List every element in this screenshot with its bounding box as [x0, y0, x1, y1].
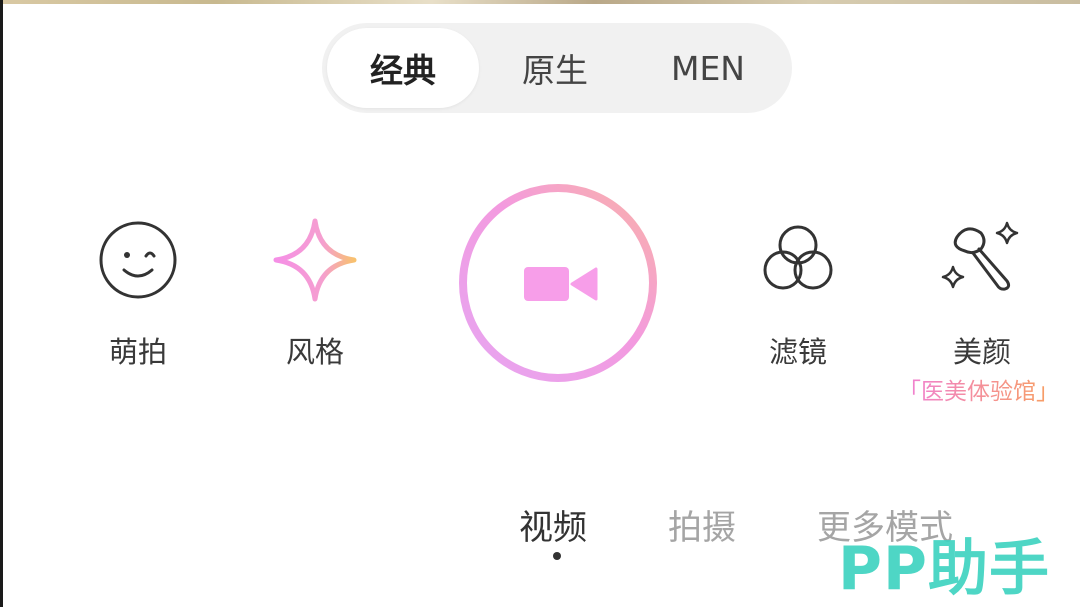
selected-mode-indicator	[553, 552, 561, 560]
camera-preview-strip	[0, 0, 1080, 4]
tab-men[interactable]: MEN	[632, 28, 784, 108]
cute-shot-button[interactable]: 萌拍	[93, 215, 183, 371]
style-button[interactable]: 风格	[270, 215, 360, 371]
video-camera-icon	[524, 267, 598, 301]
cute-shot-label: 萌拍	[108, 335, 167, 369]
filter-button[interactable]: 滤镜	[753, 215, 843, 371]
beauty-mode-tabs: 经典 原生 MEN	[322, 23, 792, 113]
style-label: 风格	[285, 335, 344, 369]
filter-circles-icon	[753, 215, 843, 305]
camera-screen: 经典 原生 MEN 萌拍 风格 滤镜 美颜 「医美体验馆」 视频 拍摄 更多模式…	[0, 0, 1080, 607]
screen-edge	[0, 0, 3, 607]
tab-classic[interactable]: 经典	[327, 28, 479, 108]
makeup-brush-icon	[937, 215, 1027, 305]
tab-natural[interactable]: 原生	[479, 28, 631, 108]
wink-face-icon	[93, 215, 183, 305]
watermark: PP助手	[838, 534, 1050, 604]
record-button[interactable]	[458, 183, 658, 383]
medical-beauty-link[interactable]: 「医美体验馆」	[898, 372, 1059, 406]
beauty-label: 美颜	[952, 335, 1011, 369]
beauty-button[interactable]: 美颜	[937, 215, 1027, 371]
mode-video[interactable]: 视频	[519, 500, 587, 549]
filter-label: 滤镜	[768, 335, 827, 369]
mode-photo[interactable]: 拍摄	[668, 500, 736, 549]
sparkle-icon	[270, 215, 360, 305]
